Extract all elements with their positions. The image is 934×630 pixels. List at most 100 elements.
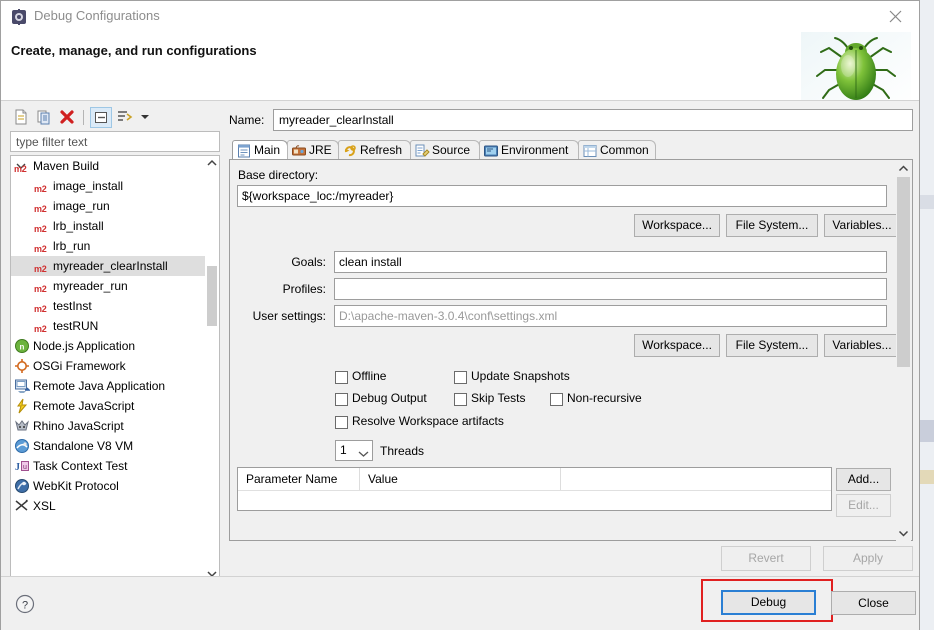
maven-icon: m2 — [14, 164, 27, 174]
scroll-up-icon[interactable] — [896, 161, 911, 176]
tree-item[interactable]: n Node.js Application — [11, 336, 205, 356]
webkit-icon — [14, 478, 30, 494]
goals-input[interactable]: clean install — [334, 251, 887, 273]
user-settings-input[interactable]: D:\apache-maven-3.0.4\conf\settings.xml — [334, 305, 887, 327]
update-snapshots-label: Update Snapshots — [471, 369, 570, 383]
tab-source[interactable]: Source — [410, 140, 480, 160]
tree-item[interactable]: Remote Java Application — [11, 376, 205, 396]
user-settings-label: User settings: — [252, 309, 326, 323]
tree-item-label: WebKit Protocol — [33, 479, 119, 493]
tree-item[interactable]: m2 myreader_clearInstall — [11, 256, 205, 276]
main-panel-scrollbar[interactable] — [896, 161, 911, 541]
offline-checkbox[interactable] — [335, 371, 348, 384]
tree-item[interactable]: Standalone V8 VM — [11, 436, 205, 456]
tree-item-label: Remote Java Application — [33, 379, 166, 393]
tree-item-label: Remote JavaScript — [33, 399, 135, 413]
tab-main[interactable]: Main — [232, 140, 288, 160]
filter-input[interactable]: type filter text — [10, 131, 220, 152]
chevron-down-icon[interactable] — [136, 108, 157, 128]
tree-item[interactable]: m2 lrb_run — [11, 236, 205, 256]
configuration-tabs: Main JRE Refresh Source Environment Common — [229, 140, 913, 160]
svg-text:n: n — [20, 343, 25, 352]
maven-icon: m2 — [34, 224, 47, 234]
non-recursive-checkbox[interactable] — [550, 393, 563, 406]
filter-icon[interactable] — [115, 108, 136, 128]
source-tab-icon — [414, 143, 430, 159]
tree-item[interactable]: m2 testRUN — [11, 316, 205, 336]
tree-item-label: testInst — [53, 299, 92, 313]
background-artifact-2 — [920, 420, 934, 442]
threads-stepper[interactable]: 1 — [335, 440, 373, 461]
tree-item[interactable]: XSL — [11, 496, 205, 516]
delete-configuration-button[interactable] — [58, 108, 79, 128]
chevron-down-icon[interactable] — [358, 447, 369, 461]
rhino-icon — [14, 418, 30, 434]
configurations-tree[interactable]: m2 Maven Build m2 image_install m2 image_run m… — [10, 155, 205, 582]
dialog-header: Create, manage, and run configurations — [1, 32, 919, 100]
tree-item[interactable]: Ju Task Context Test — [11, 456, 205, 476]
tab-jre[interactable]: JRE — [287, 140, 339, 160]
revert-button: Revert — [721, 546, 811, 571]
maven-icon: m2 — [34, 324, 47, 334]
profiles-input[interactable] — [334, 278, 887, 300]
tab-label: Refresh — [360, 143, 403, 157]
maven-icon: m2 — [34, 204, 47, 214]
apply-button: Apply — [823, 546, 913, 571]
new-configuration-button[interactable] — [12, 108, 33, 128]
debug-output-checkbox[interactable] — [335, 393, 348, 406]
tab-refresh[interactable]: Refresh — [338, 140, 411, 160]
base-dir-variables-button[interactable]: Variables... — [824, 214, 900, 237]
resolve-workspace-artifacts-checkbox[interactable] — [335, 416, 348, 429]
user-settings-variables-button[interactable]: Variables... — [824, 334, 900, 357]
tree-item[interactable]: Remote JavaScript — [11, 396, 205, 416]
tree-item[interactable]: WebKit Protocol — [11, 476, 205, 496]
tree-item[interactable]: m2 testInst — [11, 296, 205, 316]
user-settings-filesystem-button[interactable]: File System... — [726, 334, 818, 357]
main-panel-scrollbar-thumb[interactable] — [897, 177, 910, 367]
column-parameter-name: Parameter Name — [246, 472, 338, 486]
parameters-table[interactable]: Parameter Name Value — [237, 467, 832, 511]
tree-item[interactable]: m2 image_install — [11, 176, 205, 196]
scroll-up-icon[interactable] — [205, 156, 219, 171]
window-close-button[interactable] — [873, 1, 919, 32]
tab-label: Environment — [501, 143, 569, 157]
tree-item-label: Maven Build — [33, 159, 100, 173]
tree-item-label: Node.js Application — [33, 339, 136, 353]
tree-item-label: image_run — [53, 199, 110, 213]
jre-tab-icon — [291, 143, 307, 159]
junit-icon: Ju — [14, 458, 30, 474]
maven-icon: m2 — [34, 304, 47, 314]
tree-item[interactable]: m2 image_run — [11, 196, 205, 216]
skip-tests-checkbox[interactable] — [454, 393, 467, 406]
configurations-tree-container: m2 Maven Build m2 image_install m2 image_run m… — [10, 155, 220, 630]
tree-vertical-scrollbar[interactable] — [205, 155, 220, 582]
maven-icon: m2 — [34, 284, 47, 294]
tree-item[interactable]: OSGi Framework — [11, 356, 205, 376]
background-artifact-3 — [920, 470, 934, 484]
tree-item[interactable]: m2 Maven Build — [11, 156, 205, 176]
configuration-editor: Name: myreader_clearInstall Main JRE Refre… — [229, 109, 913, 572]
base-dir-workspace-button[interactable]: Workspace... — [634, 214, 720, 237]
tree-item-label: Task Context Test — [33, 459, 128, 473]
tree-item[interactable]: Rhino JavaScript — [11, 416, 205, 436]
debug-button[interactable]: Debug — [721, 590, 816, 615]
main-tab-icon — [236, 143, 252, 159]
close-button[interactable]: Close — [831, 591, 916, 615]
duplicate-configuration-button[interactable] — [35, 108, 56, 128]
remote-java-icon — [14, 378, 31, 394]
tab-common[interactable]: Common — [578, 140, 656, 160]
add-parameter-button[interactable]: Add... — [836, 468, 891, 491]
user-settings-workspace-button[interactable]: Workspace... — [634, 334, 720, 357]
update-snapshots-checkbox[interactable] — [454, 371, 467, 384]
tree-item[interactable]: m2 myreader_run — [11, 276, 205, 296]
tab-environment[interactable]: Environment — [479, 140, 579, 160]
tree-item[interactable]: m2 lrb_install — [11, 216, 205, 236]
tree-scrollbar-thumb[interactable] — [207, 266, 217, 326]
help-question-icon[interactable]: ? — [15, 594, 35, 614]
configurations-panel: type filter text m2 Maven Build m2 image_in… — [8, 105, 222, 619]
scroll-down-icon[interactable] — [896, 526, 911, 541]
tree-item-label: testRUN — [53, 319, 99, 333]
base-dir-filesystem-button[interactable]: File System... — [726, 214, 818, 237]
base-directory-input[interactable]: ${workspace_loc:/myreader} — [237, 185, 887, 207]
name-input[interactable]: myreader_clearInstall — [273, 109, 913, 131]
